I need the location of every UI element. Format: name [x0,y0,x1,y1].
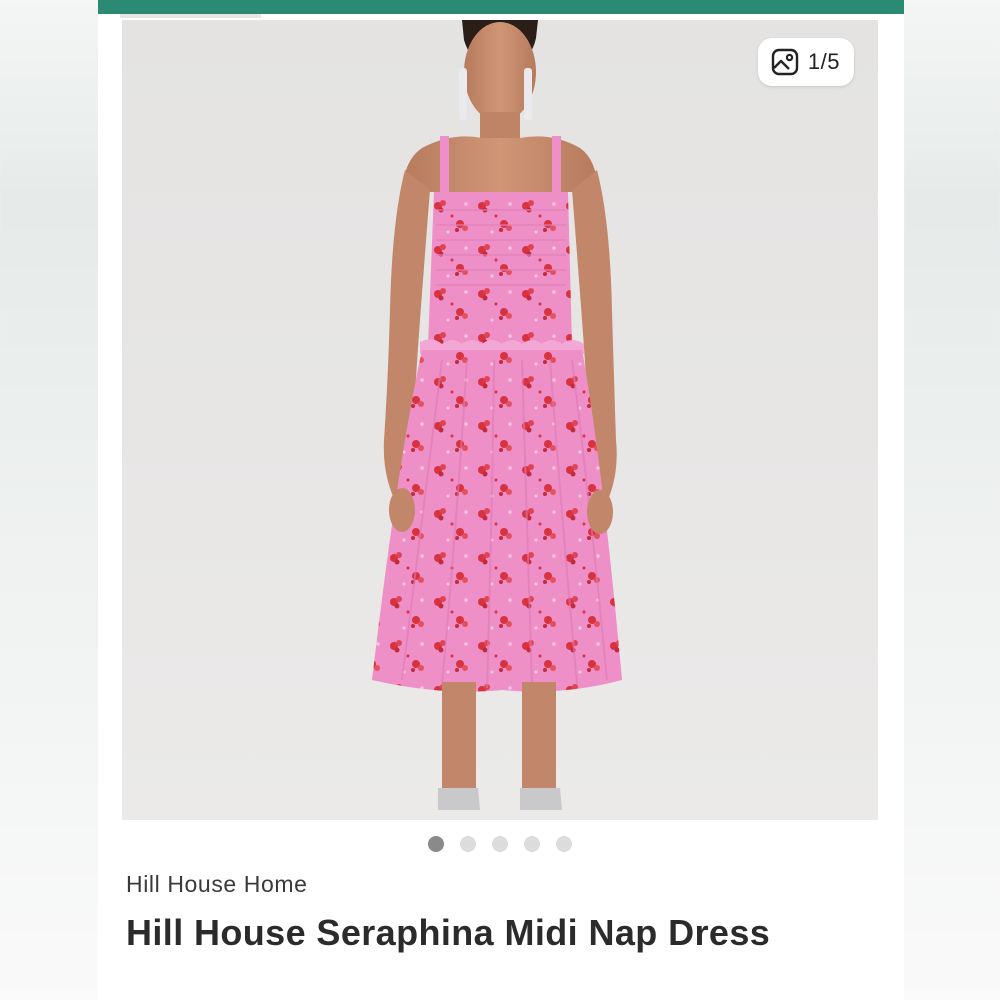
blurred-background-left [0,0,98,1000]
top-header-bar [98,0,904,14]
product-brand[interactable]: Hill House Home [126,871,308,898]
product-card: 1/5 Hill House Home Hill House Seraphina… [98,0,904,1000]
blurred-background-right [904,0,1000,1000]
model-dress-illustration [372,20,622,810]
image-progress-strip [120,14,261,18]
image-gallery-icon [771,48,799,76]
product-image[interactable]: 1/5 [122,20,878,820]
carousel-dot-3[interactable] [492,836,508,852]
image-counter-text: 1/5 [807,49,840,74]
carousel-dot-4[interactable] [524,836,540,852]
image-counter-badge[interactable]: 1/5 [757,38,854,86]
carousel-dot-1[interactable] [428,836,444,852]
carousel-dot-2[interactable] [460,836,476,852]
product-title: Hill House Seraphina Midi Nap Dress [126,912,771,953]
carousel-dot-5[interactable] [556,836,572,852]
carousel-pagination [98,836,904,852]
